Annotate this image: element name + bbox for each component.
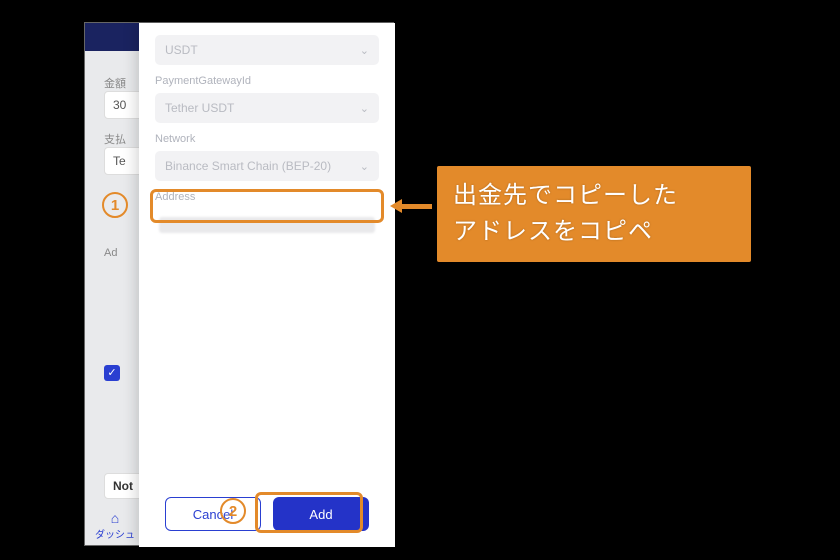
bg-addr-label: Ad xyxy=(104,247,117,259)
address-input[interactable] xyxy=(155,209,379,241)
gateway-select[interactable]: Tether USDT ⌄ xyxy=(155,93,379,123)
arrow-shaft xyxy=(400,204,432,209)
chevron-down-icon: ⌄ xyxy=(360,102,369,115)
callout-arrow xyxy=(390,199,432,213)
callout-line-1: 出金先でコピーした xyxy=(453,182,678,209)
step-marker-1: 1 xyxy=(102,192,128,218)
bg-nav-label: ダッシュ xyxy=(95,530,135,541)
address-label: Address xyxy=(155,191,379,203)
bg-amount-label: 金額 xyxy=(104,75,126,91)
gateway-select-value: Tether USDT xyxy=(165,101,234,115)
step-marker-2: 2 xyxy=(220,498,246,524)
network-select-value: Binance Smart Chain (BEP-20) xyxy=(165,159,331,173)
chevron-down-icon: ⌄ xyxy=(360,44,369,57)
network-select[interactable]: Binance Smart Chain (BEP-20) ⌄ xyxy=(155,151,379,181)
add-button[interactable]: Add xyxy=(273,497,369,531)
cancel-button[interactable]: Cancel xyxy=(165,497,261,531)
app-frame: 金額 30 支払 Te Ad ✓ Not ⌂ ダッシュ USDT ⌄ Payme… xyxy=(84,22,394,546)
callout-line-2: アドレスをコピペ xyxy=(453,218,653,245)
bg-pay-label: 支払 xyxy=(104,131,126,147)
modal-button-row: Cancel Add xyxy=(139,497,395,531)
network-label: Network xyxy=(155,133,379,145)
add-address-modal: USDT ⌄ PaymentGatewayId Tether USDT ⌄ Ne… xyxy=(139,23,395,547)
currency-select-value: USDT xyxy=(165,43,198,57)
bg-nav-dashboard: ⌂ ダッシュ xyxy=(95,510,135,541)
gateway-label: PaymentGatewayId xyxy=(155,75,379,87)
dashboard-icon: ⌂ xyxy=(95,510,135,526)
chevron-down-icon: ⌄ xyxy=(360,160,369,173)
address-value-redacted xyxy=(159,217,375,233)
currency-select[interactable]: USDT ⌄ xyxy=(155,35,379,65)
callout-text-box: 出金先でコピーした アドレスをコピペ xyxy=(437,166,751,262)
bg-checkbox: ✓ xyxy=(104,365,120,381)
